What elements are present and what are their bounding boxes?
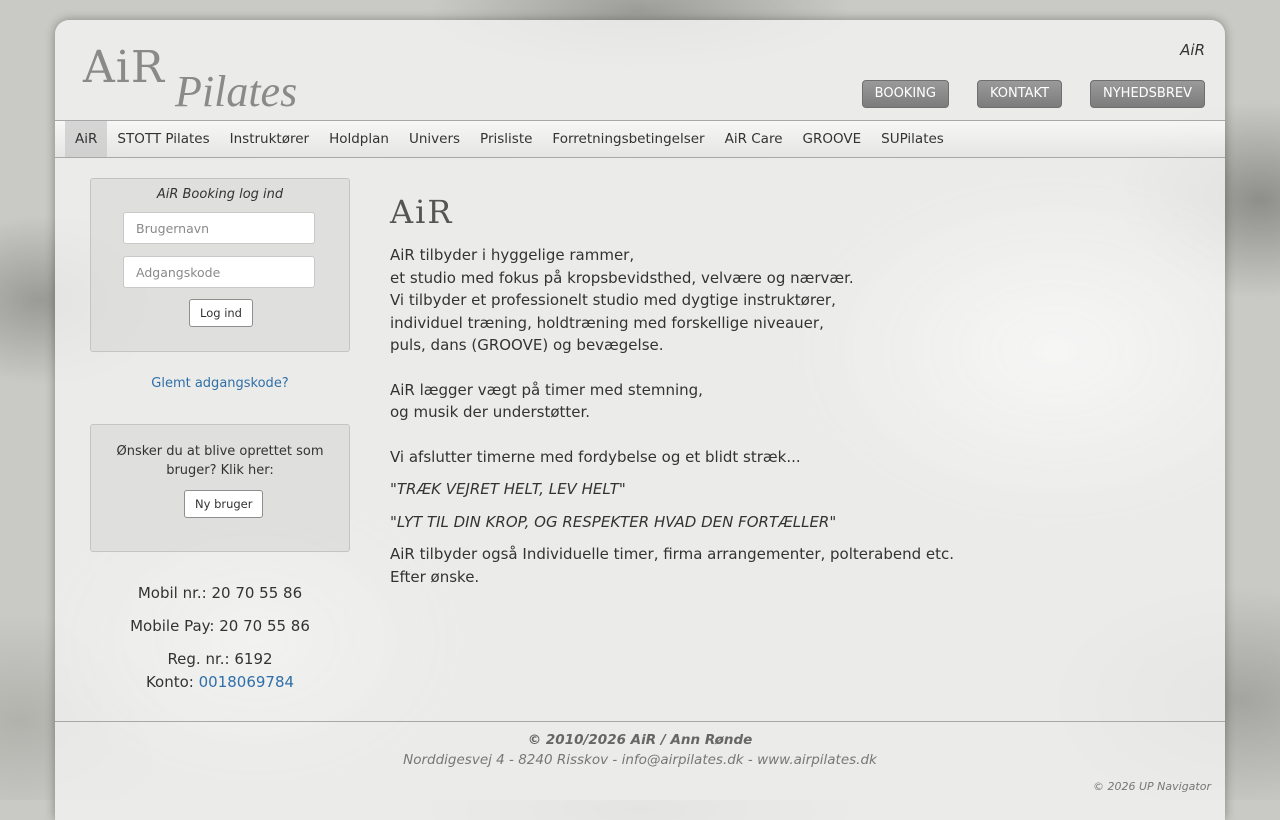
- nav-item-univers[interactable]: Univers: [399, 121, 470, 157]
- nav-item-supilates[interactable]: SUPilates: [871, 121, 954, 157]
- footer-copyright: © 2010/2026 AiR / Ann Rønde: [527, 732, 753, 748]
- new-user-text: Ønsker du at blive oprettet som bruger? …: [116, 444, 324, 478]
- contact-info: Mobil nr.: 20 70 55 86 Mobile Pay: 20 70…: [90, 582, 350, 694]
- page-title: AiR: [390, 193, 454, 231]
- footer: © 2010/2026 AiR / Ann Rønde Norddigesvej…: [55, 721, 1225, 770]
- reg-number: Reg. nr.: 6192: [167, 650, 273, 668]
- logo[interactable]: AiR Pilates: [83, 42, 298, 116]
- content-line: et studio med fokus på kropsbevidsthed, …: [390, 268, 854, 287]
- quote-2: "LYT TIL DIN KROP, OG RESPEKTER HVAD DEN…: [390, 512, 837, 531]
- password-input[interactable]: [123, 256, 315, 288]
- new-user-box: Ønsker du at blive oprettet som bruger? …: [90, 424, 350, 552]
- top-buttons: BOOKING KONTAKT NYHEDSBREV: [861, 80, 1205, 108]
- nav-item-stott-pilates[interactable]: STOTT Pilates: [107, 121, 219, 157]
- login-button[interactable]: Log ind: [189, 299, 253, 327]
- content-line: Vi afslutter timerne med fordybelse og e…: [390, 447, 801, 466]
- content-line: individuel træning, holdtræning med fors…: [390, 313, 824, 332]
- nav-item-holdplan[interactable]: Holdplan: [319, 121, 399, 157]
- logo-text-air: AiR: [83, 42, 165, 93]
- booking-button[interactable]: BOOKING: [861, 80, 949, 108]
- nav-item-groove[interactable]: GROOVE: [793, 121, 872, 157]
- powered-by[interactable]: © 2026 UP Navigator: [1093, 780, 1211, 793]
- main-nav: AiR STOTT Pilates Instruktører Holdplan …: [55, 120, 1225, 158]
- content-line: AiR tilbyder i hyggelige rammer,: [390, 246, 635, 264]
- content-line: Efter ønske.: [390, 567, 480, 586]
- login-box: AiR Booking log ind Log ind: [90, 178, 350, 352]
- content-line: AiR tilbyder også Individuelle timer, fi…: [390, 545, 955, 563]
- new-user-button[interactable]: Ny bruger: [184, 490, 264, 518]
- kontakt-button[interactable]: KONTAKT: [976, 80, 1063, 108]
- nav-item-air[interactable]: AiR: [65, 121, 108, 157]
- main-content: AiR AiR tilbyder i hyggelige rammer, et …: [390, 192, 1170, 588]
- mobile-number: Mobil nr.: 20 70 55 86: [137, 584, 303, 602]
- quote-1: "TRÆK VEJRET HELT, LEV HELT": [390, 480, 626, 498]
- nav-item-air-care[interactable]: AiR Care: [715, 121, 793, 157]
- konto-link[interactable]: 0018069784: [199, 673, 294, 691]
- footer-address: Norddigesvej 4 - 8240 Risskov - info@air…: [403, 752, 877, 768]
- konto-line: Konto: 0018069784: [90, 671, 350, 694]
- site-name: AiR: [1180, 41, 1205, 59]
- nav-item-instruktorer[interactable]: Instruktører: [220, 121, 319, 157]
- page-panel: AiR Pilates AiR BOOKING KONTAKT NYHEDSBR…: [55, 20, 1225, 820]
- konto-label: Konto:: [145, 673, 199, 691]
- nav-item-forretningsbetingelser[interactable]: Forretningsbetingelser: [542, 121, 714, 157]
- nyhedsbrev-button[interactable]: NYHEDSBREV: [1090, 80, 1205, 108]
- login-title: AiR Booking log ind: [156, 187, 284, 202]
- content-line: AiR lægger vægt på timer med stemning,: [390, 380, 703, 399]
- logo-text-pilates: Pilates: [175, 67, 298, 116]
- content-line: puls, dans (GROOVE) og bevægelse.: [390, 336, 664, 354]
- nav-item-prisliste[interactable]: Prisliste: [470, 121, 542, 157]
- content-line: og musik der understøtter.: [390, 403, 591, 421]
- content-line: Vi tilbyder et professionelt studio med …: [390, 291, 836, 309]
- forgot-password-link[interactable]: Glemt adgangskode?: [90, 376, 350, 391]
- mobile-pay: Mobile Pay: 20 70 55 86: [130, 617, 310, 635]
- username-input[interactable]: [123, 212, 315, 244]
